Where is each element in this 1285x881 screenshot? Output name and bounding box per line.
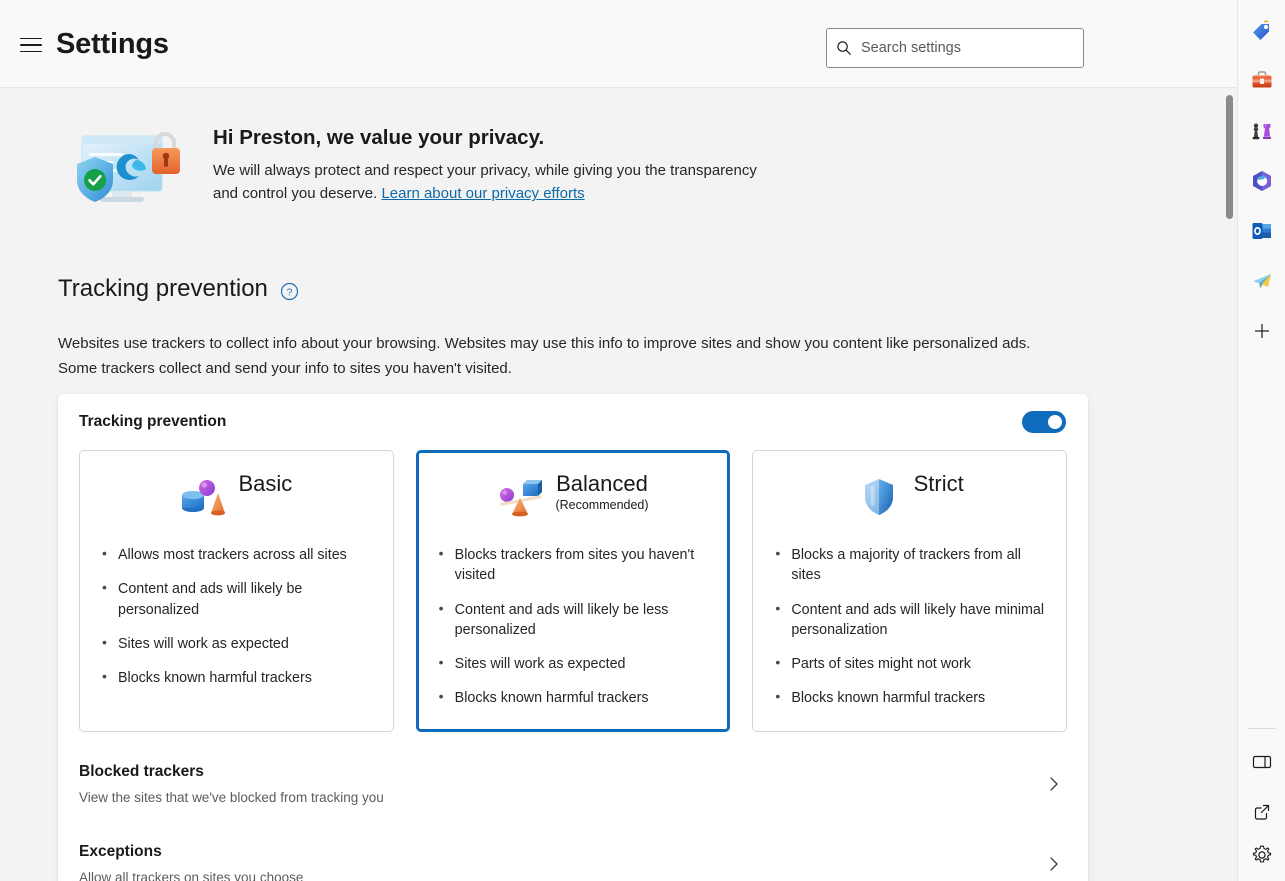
chevron-right-icon [1045, 855, 1063, 873]
toggle-knob [1048, 415, 1062, 429]
privacy-banner-title: Hi Preston, we value your privacy. [213, 126, 545, 149]
option-bullet: Blocks a majority of trackers from all s… [769, 544, 1050, 586]
sidebar-item-office[interactable] [1245, 166, 1279, 200]
option-bullet: Blocks known harmful trackers [96, 667, 377, 688]
microsoft-365-icon [1250, 169, 1274, 198]
balance-scale-icon [497, 475, 543, 517]
edge-sidebar [1237, 0, 1285, 881]
option-header: Balanced (Recommended) [433, 471, 714, 529]
nav-row-text: Blocked trackers View the sites that we'… [79, 763, 384, 805]
settings-content: Hi Preston, we value your privacy. We wi… [0, 89, 1237, 881]
option-bullet: Allows most trackers across all sites [96, 544, 377, 565]
chess-pieces-icon [1250, 119, 1274, 148]
chevron-right-icon [1045, 775, 1063, 793]
hamburger-line [20, 44, 42, 46]
privacy-efforts-link[interactable]: Learn about our privacy efforts [381, 185, 584, 202]
privacy-body-line2: and control you deserve. [213, 185, 382, 203]
plus-icon [1252, 321, 1272, 346]
sidebar-item-outlook[interactable] [1245, 216, 1279, 250]
option-title-group: Strict [914, 471, 964, 496]
section-heading: Tracking prevention ? [58, 275, 299, 303]
page-header: Settings [0, 0, 1237, 88]
option-bullet: Content and ads will likely be less pers… [433, 599, 714, 641]
nav-row-title: Blocked trackers [79, 762, 204, 780]
sidebar-divider [1247, 728, 1276, 729]
tracking-option-basic[interactable]: Basic Allows most trackers across all si… [79, 450, 394, 732]
external-link-icon [1251, 801, 1273, 828]
privacy-shield-illustration [58, 126, 193, 221]
sidebar-item-add[interactable] [1245, 316, 1279, 350]
shield-icon [856, 475, 902, 517]
nav-row-blocked-trackers[interactable]: Blocked trackers View the sites that we'… [79, 744, 1067, 824]
option-subtitle: (Recommended) [555, 498, 649, 513]
toolbox-icon [1250, 69, 1274, 98]
option-name: Strict [913, 471, 964, 496]
option-name: Basic [238, 471, 293, 496]
split-pane-icon [1251, 751, 1273, 778]
option-bullet-list: Blocks trackers from sites you haven't v… [433, 544, 714, 709]
hamburger-line [20, 37, 42, 40]
option-title-group: Basic [238, 471, 292, 496]
privacy-banner-body: We will always protect and respect your … [213, 159, 757, 206]
option-bullet-list: Allows most trackers across all sites Co… [96, 544, 377, 688]
search-box[interactable] [826, 28, 1084, 68]
option-title-group: Balanced (Recommended) [555, 471, 648, 512]
outlook-icon [1250, 219, 1274, 248]
sidebar-item-games[interactable] [1245, 116, 1279, 150]
option-bullet: Blocks known harmful trackers [769, 687, 1050, 708]
option-bullet: Parts of sites might not work [769, 653, 1050, 674]
option-bullet: Blocks known harmful trackers [433, 687, 714, 708]
hamburger-line [20, 50, 42, 53]
option-bullet-list: Blocks a majority of trackers from all s… [769, 544, 1050, 709]
privacy-body-line1: We will always protect and respect your … [213, 162, 757, 179]
hamburger-menu-icon[interactable] [18, 34, 44, 56]
basic-shapes-icon [180, 475, 226, 517]
scrollbar-thumb[interactable] [1226, 95, 1233, 219]
option-bullet: Sites will work as expected [433, 653, 714, 674]
section-description: Websites use trackers to collect info ab… [58, 335, 1031, 378]
tracking-option-strict[interactable]: Strict Blocks a majority of trackers fro… [752, 450, 1068, 732]
svg-text:?: ? [286, 286, 292, 298]
gear-icon [1251, 844, 1273, 871]
tracking-option-balanced[interactable]: Balanced (Recommended) Blocks trackers f… [415, 450, 731, 732]
page-title: Settings [56, 28, 169, 60]
paper-plane-icon [1250, 269, 1274, 298]
help-circle-icon[interactable]: ? [280, 282, 299, 301]
tracking-prevention-toggle[interactable] [1022, 411, 1066, 433]
option-name: Balanced [556, 471, 648, 496]
privacy-banner: Hi Preston, we value your privacy. We wi… [58, 120, 1088, 221]
section-title: Tracking prevention [58, 275, 268, 302]
option-bullet: Sites will work as expected [96, 633, 377, 654]
sidebar-item-drop[interactable] [1245, 266, 1279, 300]
tracking-prevention-toggle-row: Tracking prevention [58, 394, 1088, 450]
sidebar-item-open-in-new[interactable] [1245, 797, 1279, 831]
search-icon [827, 40, 861, 56]
sidebar-item-settings[interactable] [1245, 844, 1279, 881]
privacy-banner-text: Hi Preston, we value your privacy. We wi… [213, 120, 757, 206]
option-bullet: Blocks trackers from sites you haven't v… [433, 544, 714, 586]
nav-row-exceptions[interactable]: Exceptions Allow all trackers on sites y… [79, 824, 1067, 881]
nav-row-title: Exceptions [79, 842, 162, 860]
option-bullet: Content and ads will likely have minimal… [769, 599, 1050, 641]
sidebar-item-tools[interactable] [1245, 66, 1279, 100]
settings-page: Settings Search settings Hi Preston, we … [0, 0, 1285, 881]
content-scrollbar[interactable] [1223, 89, 1237, 881]
price-tag-icon [1250, 19, 1274, 48]
nav-row-subtitle: View the sites that we've blocked from t… [79, 789, 384, 805]
option-header: Basic [96, 471, 377, 529]
sidebar-item-split-screen[interactable] [1245, 747, 1279, 781]
nav-row-subtitle: Allow all trackers on sites you choose [79, 869, 304, 881]
search-input[interactable] [861, 40, 1083, 56]
tracking-prevention-label: Tracking prevention [79, 413, 227, 430]
nav-row-text: Exceptions Allow all trackers on sites y… [79, 843, 303, 881]
tracking-prevention-card: Tracking prevention Basic • Allows most … [58, 394, 1088, 881]
tracking-level-options: Basic Allows most trackers across all si… [58, 450, 1088, 732]
option-bullet: Content and ads will likely be personali… [96, 578, 377, 620]
option-header: Strict [769, 471, 1050, 529]
sidebar-item-shopping[interactable] [1245, 16, 1279, 50]
